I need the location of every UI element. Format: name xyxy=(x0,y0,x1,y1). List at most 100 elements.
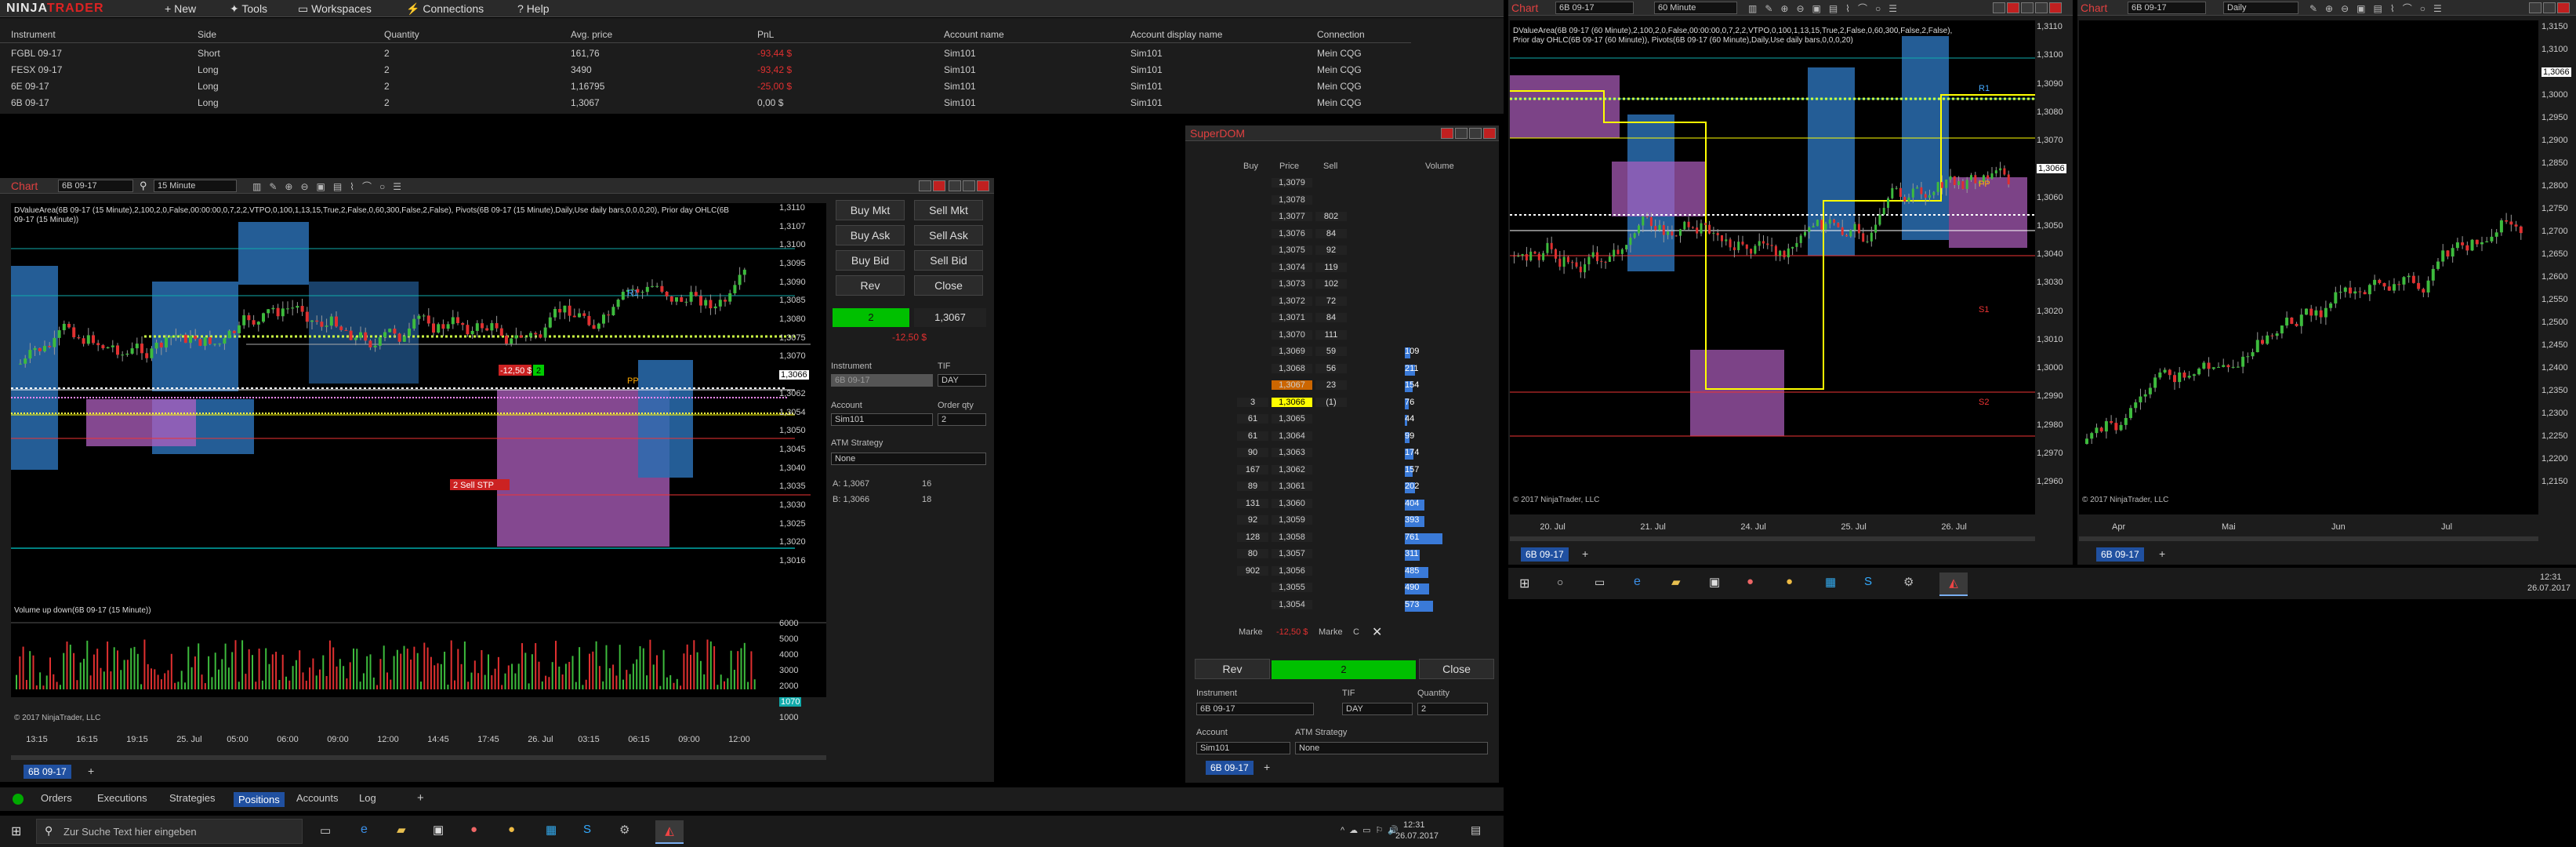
task-view-icon[interactable]: ▭ xyxy=(1595,576,1605,589)
chart1-close-red[interactable] xyxy=(933,180,945,191)
sell-mkt-button[interactable]: Sell Mkt xyxy=(914,200,983,220)
chart2-price-axis[interactable]: 1,3110 1,3100 1,3090 1,3080 1,3070 1,3066 1,30… xyxy=(2034,22,2073,513)
bottom-tab-strategies[interactable]: Strategies xyxy=(169,792,216,804)
notification-icon[interactable]: ▤ xyxy=(1471,823,1481,837)
add-tab-icon[interactable]: + xyxy=(88,765,94,777)
explorer-icon[interactable]: ▰ xyxy=(397,823,406,837)
chart3-max[interactable] xyxy=(2543,2,2556,13)
chart2-interval-select[interactable]: 60 Minute xyxy=(1654,2,1737,14)
menu-tools[interactable]: ✦ Tools xyxy=(230,2,267,16)
dom-qty-input[interactable]: 2 xyxy=(1417,703,1488,715)
firefox-icon[interactable]: ● xyxy=(1747,575,1754,588)
dom-market-right[interactable]: Marke xyxy=(1319,627,1343,637)
sell-bid-button[interactable]: Sell Bid xyxy=(914,250,983,271)
chart2-min[interactable] xyxy=(2021,2,2034,13)
chart1-close-button[interactable] xyxy=(977,180,989,191)
task-view-icon[interactable]: ▭ xyxy=(320,823,331,838)
col-side[interactable]: Side xyxy=(198,29,216,40)
chart2-tab[interactable]: 6B 09-17 xyxy=(1521,547,1569,562)
close-position-button[interactable]: Close xyxy=(914,275,983,296)
col-account-display[interactable]: Account display name xyxy=(1130,29,1222,40)
chrome-icon[interactable]: ● xyxy=(508,823,515,836)
chart3-time-axis[interactable]: Apr Mai Jun Jul xyxy=(2079,522,2538,533)
dom-tab[interactable]: 6B 09-17 xyxy=(1206,761,1254,775)
network-app-icon[interactable]: ⚙ xyxy=(1903,575,1914,589)
app-icon[interactable]: ▦ xyxy=(546,823,557,837)
edge-icon[interactable]: e xyxy=(361,823,368,837)
chart3-min[interactable] xyxy=(2529,2,2542,13)
chart3-price-panel[interactable] xyxy=(2079,20,2538,514)
bottom-tab-executions[interactable]: Executions xyxy=(97,792,147,804)
superdom-pin[interactable] xyxy=(1455,128,1468,139)
bottom-tab-positions[interactable]: Positions xyxy=(234,792,285,807)
clock-date[interactable]: 26.07.2017 xyxy=(1395,831,1439,841)
col-instrument[interactable]: Instrument xyxy=(11,29,56,40)
windows-start-icon[interactable]: ⊞ xyxy=(11,823,21,839)
chart3-scrollbar[interactable] xyxy=(2079,536,2538,541)
menu-workspaces[interactable]: ▭ Workspaces xyxy=(298,2,372,16)
chart2-pin[interactable] xyxy=(1993,2,2005,13)
dom-ladder[interactable]: 1,3079 1,3078 1,3077 802 1,3076 84 1,3075 92 1,3… xyxy=(1237,176,1496,615)
windows-start-icon[interactable]: ⊞ xyxy=(1519,576,1529,591)
menu-help[interactable]: ? Help xyxy=(517,2,549,15)
search-icon[interactable]: ⚲ xyxy=(140,180,147,192)
store-icon[interactable]: ▣ xyxy=(433,823,444,837)
chart1-instrument-select[interactable]: 6B 09-17 xyxy=(58,180,133,192)
order-qty-input[interactable]: 2 xyxy=(938,413,986,426)
chart2-add-tab-icon[interactable]: + xyxy=(1582,547,1588,560)
clock-time[interactable]: 12:31 xyxy=(2540,573,2562,582)
taskbar-search-box[interactable]: ⚲ Zur Suche Text hier eingeben xyxy=(36,819,303,844)
col-quantity[interactable]: Quantity xyxy=(384,29,419,40)
buy-ask-button[interactable]: Buy Ask xyxy=(836,225,905,245)
chart3-tool-icons[interactable]: ✎⊕⊖▣▤⌇⌒○☰ xyxy=(2309,2,2450,15)
dom-instrument-select[interactable]: 6B 09-17 xyxy=(1196,703,1314,715)
chart3-tab[interactable]: 6B 09-17 xyxy=(2096,547,2144,562)
explorer-icon[interactable]: ▰ xyxy=(1671,575,1681,589)
dom-market-left[interactable]: Marke xyxy=(1239,627,1263,637)
chart1-max-button[interactable] xyxy=(963,180,975,191)
chart2-close-red[interactable] xyxy=(2007,2,2019,13)
superdom-close-button[interactable] xyxy=(1483,128,1496,139)
chart1-time-axis[interactable]: 13:15 16:15 19:15 25. Jul 05:00 06:00 09:00 12:… xyxy=(11,735,826,746)
chart2-instrument-select[interactable]: 6B 09-17 xyxy=(1555,2,1634,14)
chart1-min-button[interactable] xyxy=(949,180,961,191)
col-avg-price[interactable]: Avg. price xyxy=(571,29,612,40)
atm-select[interactable]: None xyxy=(831,453,986,465)
firefox-icon[interactable]: ● xyxy=(470,823,477,836)
dom-atm-select[interactable]: None xyxy=(1295,742,1488,754)
dom-close-button[interactable]: Close xyxy=(1419,659,1494,679)
dom-account-select[interactable]: Sim101 xyxy=(1196,742,1290,754)
sell-ask-button[interactable]: Sell Ask xyxy=(914,225,983,245)
chart2-tool-icons[interactable]: ▥✎⊕⊖▣▤⌇⌒○☰ xyxy=(1748,2,1905,15)
cortana-icon[interactable]: ○ xyxy=(1557,576,1563,588)
chart1-interval-select[interactable]: 15 Minute xyxy=(154,180,237,192)
dom-c-label[interactable]: C xyxy=(1353,627,1359,637)
chart3-close-button[interactable] xyxy=(2557,2,2570,13)
chart3-price-axis[interactable]: 1,3150 1,3100 1,3066 1,3000 1,2950 1,2900 1,28… xyxy=(2538,22,2576,513)
dom-tif-select[interactable]: DAY xyxy=(1342,703,1413,715)
chart3-add-tab-icon[interactable]: + xyxy=(2159,547,2165,560)
skype-icon[interactable]: S xyxy=(1864,575,1872,588)
edge-icon[interactable]: e xyxy=(1634,575,1641,589)
chart1-scrollbar[interactable] xyxy=(11,755,826,760)
buy-bid-button[interactable]: Buy Bid xyxy=(836,250,905,271)
tif-select[interactable]: DAY xyxy=(938,374,986,387)
chart2-max[interactable] xyxy=(2035,2,2048,13)
dom-add-tab-icon[interactable]: + xyxy=(1264,761,1270,773)
chart-tool-icons[interactable]: ▥✎⊕⊖▣▤⌇⌒○☰ xyxy=(252,180,409,193)
close-icon[interactable]: ✕ xyxy=(1372,624,1382,640)
chart2-scrollbar[interactable] xyxy=(1510,536,2035,541)
chart1-tab[interactable]: 6B 09-17 xyxy=(24,765,71,779)
skype-icon[interactable]: S xyxy=(583,823,591,836)
chart3-interval-select[interactable]: Daily xyxy=(2223,2,2298,14)
chart1-price-panel[interactable]: R1PPS1-12,50 $22 Sell STP xyxy=(11,203,826,697)
system-tray-icons[interactable]: ^☁▭⚐🔊 xyxy=(1341,825,1403,835)
chart2-close-button[interactable] xyxy=(2049,2,2062,13)
col-connection[interactable]: Connection xyxy=(1317,29,1365,40)
bottom-tab-orders[interactable]: Orders xyxy=(41,792,72,804)
clock-date[interactable]: 26.07.2017 xyxy=(2527,583,2571,593)
buy-mkt-button[interactable]: Buy Mkt xyxy=(836,200,905,220)
superdom-close-red[interactable] xyxy=(1441,128,1453,139)
store-icon[interactable]: ▣ xyxy=(1709,575,1720,589)
clock-time[interactable]: 12:31 xyxy=(1403,820,1425,830)
